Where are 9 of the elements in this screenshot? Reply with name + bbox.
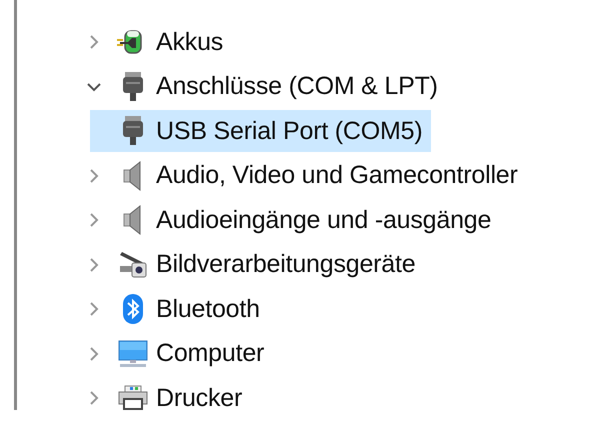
tree-item[interactable]: Akkus xyxy=(116,21,232,64)
tree-item[interactable]: Audio, Video und Gamecontroller xyxy=(116,154,526,197)
tree-item[interactable]: Bildverarbeitungsgeräte xyxy=(116,244,424,286)
tree-item[interactable]: Computer xyxy=(116,332,272,375)
tree-item[interactable]: USB Serial Port (COM5) xyxy=(90,110,430,152)
tree-item[interactable]: Bluetooth xyxy=(116,288,268,330)
tree-item[interactable]: Audioeingänge und -ausgänge xyxy=(116,199,500,242)
tree-item[interactable]: Drucker xyxy=(116,377,250,420)
tree-item[interactable]: Anschlüsse (COM & LPT) xyxy=(116,66,446,108)
